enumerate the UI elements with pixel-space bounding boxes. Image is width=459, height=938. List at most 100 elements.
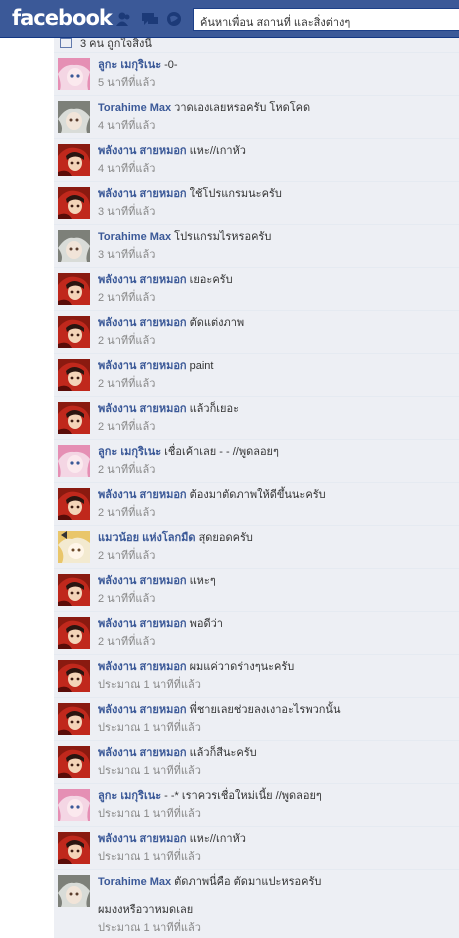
comment-text: ใช้โปรแกรมนะครับ	[189, 188, 282, 200]
comment-timestamp[interactable]: 2 นาทีที่แล้ว	[98, 377, 453, 391]
comment-body: พลังงาน สายหมอก ใช้โปรแกรมนะครับ 3 นาทีที่…	[98, 187, 453, 219]
comment-timestamp[interactable]: 3 นาทีที่แล้ว	[98, 205, 453, 219]
comment-item: ลูกะ เมกุริเนะ - -* เราควรเชื่อใหม่เนี้ย …	[54, 783, 459, 826]
comment-timestamp[interactable]: 2 นาทีที่แล้ว	[98, 549, 453, 563]
comment-timestamp[interactable]: ประมาณ 1 นาทีที่แล้ว	[98, 721, 453, 735]
comment-body: แมวน้อย แห่งโลกมืด สุดยอดครับ 2 นาทีที่แล้…	[98, 531, 453, 563]
comment-timestamp[interactable]: 4 นาทีที่แล้ว	[98, 162, 453, 176]
comment-text: แล้วก็เยอะ	[189, 403, 239, 415]
avatar[interactable]	[58, 574, 90, 606]
comment-author-link[interactable]: แมวน้อย แห่งโลกมืด	[98, 532, 196, 544]
comment-author-link[interactable]: พลังงาน สายหมอก	[98, 360, 187, 372]
comment-timestamp[interactable]: 2 นาทีที่แล้ว	[98, 291, 453, 305]
comment-author-link[interactable]: พลังงาน สายหมอก	[98, 833, 187, 845]
comment-author-link[interactable]: ลูกะ เมกุริเนะ	[98, 446, 161, 458]
comment-timestamp[interactable]: ประมาณ 1 นาทีที่แล้ว	[98, 850, 453, 864]
avatar[interactable]	[58, 402, 90, 434]
messages-icon[interactable]	[141, 11, 159, 27]
comment-author-link[interactable]: Torahime Max	[98, 876, 171, 888]
avatar[interactable]	[58, 58, 90, 90]
like-thumb-icon	[60, 38, 72, 48]
comment-timestamp[interactable]: 4 นาทีที่แล้ว	[98, 119, 453, 133]
comment-author-link[interactable]: Torahime Max	[98, 231, 171, 243]
top-bar: facebook ค้นหาเพื่อน สถานที่ และสิ่งต่าง…	[0, 0, 459, 38]
avatar[interactable]	[58, 230, 90, 262]
comment-text: ตัดแต่งภาพ	[189, 317, 245, 329]
comment-text: สุดยอดครับ	[198, 532, 253, 544]
avatar[interactable]	[58, 531, 90, 563]
comment-author-link[interactable]: พลังงาน สายหมอก	[98, 575, 187, 587]
comment-text: เชื่อเค้าเลย - - //พูดลอยๆ	[164, 446, 279, 458]
comment-timestamp[interactable]: 2 นาทีที่แล้ว	[98, 506, 453, 520]
comment-timestamp[interactable]: ประมาณ 1 นาทีที่แล้ว	[98, 764, 453, 778]
friend-requests-icon[interactable]	[115, 11, 133, 27]
comment-item: พลังงาน สายหมอก พอดีว่า 2 นาทีที่แล้ว	[54, 611, 459, 654]
comment-item: พลังงาน สายหมอก แล้วก็เยอะ 2 นาทีที่แล้ว	[54, 396, 459, 439]
comment-item: พลังงาน สายหมอก แล้วก็สีนะครับประมาณ 1 นา…	[54, 740, 459, 783]
avatar[interactable]	[58, 445, 90, 477]
comment-author-link[interactable]: พลังงาน สายหมอก	[98, 317, 187, 329]
comment-body: พลังงาน สายหมอก พอดีว่า 2 นาทีที่แล้ว	[98, 617, 453, 649]
avatar[interactable]	[58, 832, 90, 864]
comment-author-link[interactable]: พลังงาน สายหมอก	[98, 618, 187, 630]
facebook-logo[interactable]: facebook	[12, 6, 113, 30]
comment-text: ผมแค่วาดร่างๆนะครับ	[189, 661, 295, 673]
comment-item: Torahime Max วาดเองเลยหรอครับ โหดโคด 4 นาท…	[54, 95, 459, 138]
comment-body: Torahime Max ตัดภาพนี่คือ ตัดมาแปะหรอครับ…	[98, 875, 453, 935]
avatar[interactable]	[58, 488, 90, 520]
avatar[interactable]	[58, 660, 90, 692]
comment-item: ลูกะ เมกุริเนะ -0- 5 นาทีที่แล้ว	[54, 52, 459, 95]
comment-author-link[interactable]: พลังงาน สายหมอก	[98, 747, 187, 759]
comment-item: พลังงาน สายหมอก ต้องมาตัดภาพให้ดีขึ้นนะคร…	[54, 482, 459, 525]
comment-timestamp[interactable]: 2 นาทีที่แล้ว	[98, 635, 453, 649]
notifications-icon[interactable]	[166, 11, 184, 27]
comment-timestamp[interactable]: 2 นาทีที่แล้ว	[98, 334, 453, 348]
comment-author-link[interactable]: พลังงาน สายหมอก	[98, 145, 187, 157]
comment-author-link[interactable]: Torahime Max	[98, 102, 171, 114]
avatar[interactable]	[58, 316, 90, 348]
avatar[interactable]	[58, 789, 90, 821]
comment-item: Torahime Max โปรแกรมไรหรอครับ 3 นาทีที่แล้…	[54, 224, 459, 267]
comment-item: พลังงาน สายหมอก paint 2 นาทีที่แล้ว	[54, 353, 459, 396]
avatar[interactable]	[58, 101, 90, 133]
avatar[interactable]	[58, 703, 90, 735]
comment-timestamp[interactable]: ประมาณ 1 นาทีที่แล้ว	[98, 807, 453, 821]
comment-timestamp[interactable]: 3 นาทีที่แล้ว	[98, 248, 453, 262]
avatar[interactable]	[58, 746, 90, 778]
likes-text: 3 คน ถูกใจสิ่งนี้	[80, 38, 152, 50]
avatar[interactable]	[58, 875, 90, 907]
comment-body: พลังงาน สายหมอก ตัดแต่งภาพ 2 นาทีที่แล้ว	[98, 316, 453, 348]
comment-text: -0-	[164, 59, 178, 71]
comment-timestamp[interactable]: 5 นาทีที่แล้ว	[98, 76, 453, 90]
comment-text: แหะ//เกาหัว	[189, 145, 246, 157]
avatar[interactable]	[58, 144, 90, 176]
comment-author-link[interactable]: พลังงาน สายหมอก	[98, 274, 187, 286]
comment-author-link[interactable]: ลูกะ เมกุริเนะ	[98, 790, 161, 802]
comment-body: พลังงาน สายหมอก แหะๆ 2 นาทีที่แล้ว	[98, 574, 453, 606]
comment-body: พลังงาน สายหมอก paint 2 นาทีที่แล้ว	[98, 359, 453, 391]
comment-timestamp[interactable]: 2 นาทีที่แล้ว	[98, 463, 453, 477]
comment-timestamp[interactable]: 2 นาทีที่แล้ว	[98, 420, 453, 434]
comment-text: พี่ชายเลยช่วยลงเงาอะไรพวกนั้น	[189, 704, 341, 716]
comment-author-link[interactable]: พลังงาน สายหมอก	[98, 489, 187, 501]
comment-text: วาดเองเลยหรอครับ โหดโคด	[174, 102, 311, 114]
comment-author-link[interactable]: พลังงาน สายหมอก	[98, 661, 187, 673]
comment-body: พลังงาน สายหมอก แหะ//เกาหัว ประมาณ 1 นาทีท…	[98, 832, 453, 864]
comment-text: แล้วก็สีนะครับ	[189, 747, 257, 759]
comment-body: ลูกะ เมกุริเนะ เชื่อเค้าเลย - - //พูดลอยๆ…	[98, 445, 453, 477]
comment-timestamp[interactable]: ประมาณ 1 นาทีที่แล้ว	[98, 678, 453, 692]
comment-author-link[interactable]: พลังงาน สายหมอก	[98, 188, 187, 200]
avatar[interactable]	[58, 187, 90, 219]
comment-author-link[interactable]: ลูกะ เมกุริเนะ	[98, 59, 161, 71]
avatar[interactable]	[58, 617, 90, 649]
avatar[interactable]	[58, 273, 90, 305]
comment-text: พอดีว่า	[189, 618, 223, 630]
search-input[interactable]: ค้นหาเพื่อน สถานที่ และสิ่งต่างๆ	[193, 8, 459, 31]
comment-author-link[interactable]: พลังงาน สายหมอก	[98, 704, 187, 716]
comment-author-link[interactable]: พลังงาน สายหมอก	[98, 403, 187, 415]
comment-body: พลังงาน สายหมอก เยอะครับ 2 นาทีที่แล้ว	[98, 273, 453, 305]
comment-timestamp[interactable]: ประมาณ 1 นาทีที่แล้ว	[98, 921, 453, 935]
avatar[interactable]	[58, 359, 90, 391]
comment-timestamp[interactable]: 2 นาทีที่แล้ว	[98, 592, 453, 606]
comment-item: พลังงาน สายหมอก แหะ//เกาหัว ประมาณ 1 นาทีท…	[54, 826, 459, 869]
